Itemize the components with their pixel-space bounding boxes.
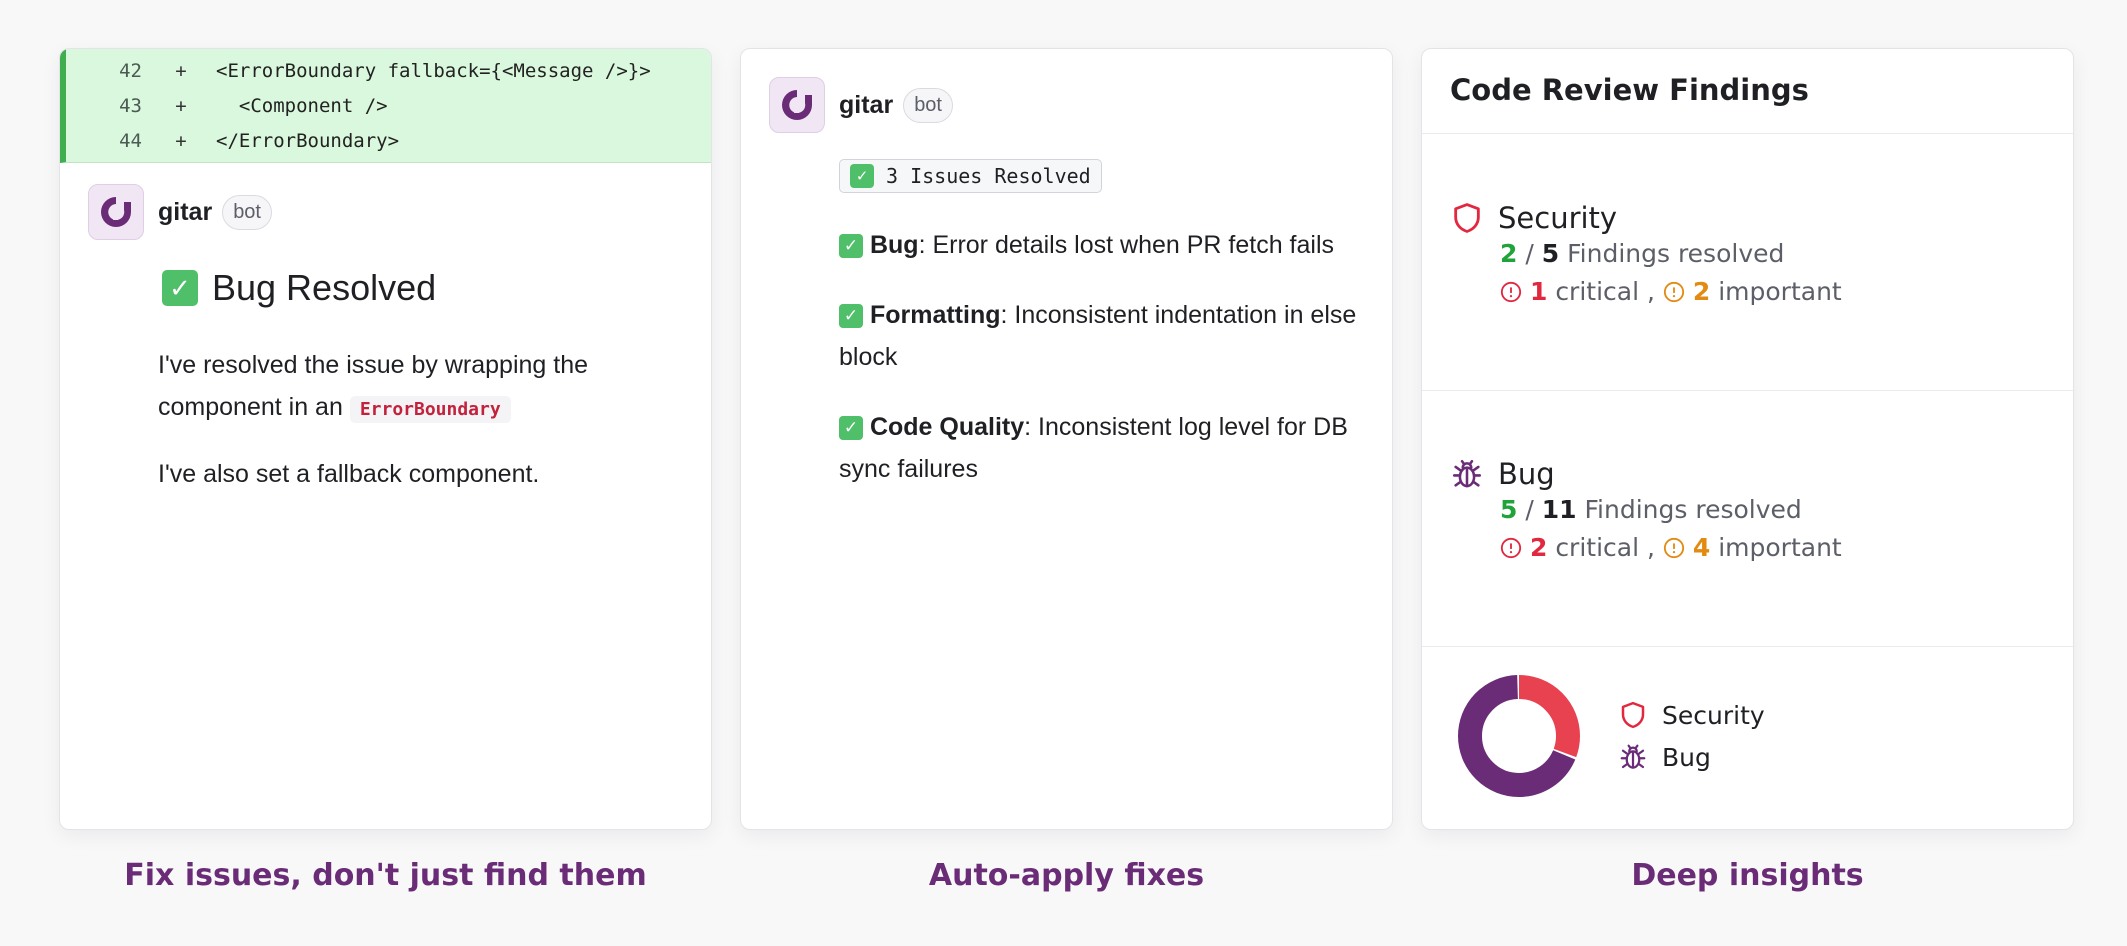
line-number: 44: [119, 129, 142, 152]
bug-findings: Bug 5 / 11 Findings resolved 2 critical …: [1450, 457, 1842, 567]
bot-header: gitar bot: [769, 77, 953, 133]
diff-code: </ErrorBoundary>: [216, 129, 400, 152]
important-count: 4: [1692, 533, 1711, 562]
bot-name[interactable]: gitar: [158, 198, 212, 227]
chip-text: 3 Issues Resolved: [886, 164, 1091, 188]
auto-apply-card: gitar bot ✓ 3 Issues Resolved ✓ Bug: Err…: [740, 48, 1393, 830]
alert-circle-icon: [1663, 281, 1684, 303]
diff-line: 44 + </ErrorBoundary>: [66, 123, 711, 158]
check-icon: ✓: [162, 270, 198, 306]
critical-count: 2: [1529, 533, 1548, 562]
fallback-paragraph: I've also set a fallback component.: [158, 460, 540, 488]
severity-breakdown: 2 critical , 4 important: [1500, 529, 1842, 567]
alert-circle-icon: [1663, 537, 1684, 559]
fix-issues-card: 42 + <ErrorBoundary fallback={<Message /…: [59, 48, 712, 830]
total-number: 5: [1541, 239, 1560, 268]
caption-auto-apply: Auto-apply fixes: [928, 858, 1205, 893]
findings-donut-chart: [1458, 675, 1580, 797]
resolved-count: 5 / 11 Findings resolved: [1500, 495, 1802, 524]
bug-icon: [1452, 459, 1482, 488]
important-label: important: [1718, 533, 1842, 562]
issue-label: Bug: [869, 231, 919, 259]
resolved-label: Findings resolved: [1584, 495, 1802, 524]
check-icon: ✓: [839, 234, 863, 259]
resolved-issue-item: ✓ Code Quality: Inconsistent log level f…: [839, 406, 1369, 490]
check-icon: ✓: [850, 164, 874, 188]
section-name: Bug: [1498, 457, 1555, 491]
alert-circle-icon: [1500, 537, 1522, 559]
critical-label: critical: [1555, 277, 1640, 306]
security-findings: Security 2 / 5 Findings resolved 1 criti…: [1450, 201, 1842, 311]
diff-sign: +: [175, 94, 187, 117]
check-icon: ✓: [839, 416, 863, 441]
gitar-logo-icon: [782, 90, 812, 120]
legend-item-security: Security: [1618, 700, 1765, 730]
bot-header: gitar bot: [88, 184, 272, 240]
resolved-issue-item: ✓ Formatting: Inconsistent indentation i…: [839, 294, 1369, 378]
issue-text: : Error details lost when PR fetch fails: [918, 231, 1335, 259]
diff-code: <ErrorBoundary fallback={<Message />}>: [216, 59, 651, 82]
alert-circle-icon: [1500, 281, 1522, 303]
title-text: Bug Resolved: [212, 267, 437, 308]
severity-breakdown: 1 critical , 2 important: [1500, 273, 1842, 311]
divider: [1422, 133, 2073, 134]
deep-insights-card: Code Review Findings Security 2 / 5 Find…: [1421, 48, 2074, 830]
issues-resolved-chip: ✓ 3 Issues Resolved: [839, 159, 1102, 193]
important-count: 2: [1692, 277, 1711, 306]
avatar[interactable]: [88, 184, 144, 240]
avatar[interactable]: [769, 77, 825, 133]
bug-icon: [1620, 744, 1646, 769]
line-number: 43: [119, 94, 142, 117]
gitar-logo-icon: [101, 197, 131, 227]
resolved-number: 5: [1500, 495, 1518, 524]
diff-sign: +: [175, 129, 187, 152]
diff-line: 43 + <Component />: [66, 88, 711, 123]
findings-title: Code Review Findings: [1450, 73, 1809, 107]
section-name: Security: [1498, 201, 1618, 235]
diff-line: 42 + <ErrorBoundary fallback={<Message /…: [66, 53, 711, 88]
issue-label: Code Quality: [869, 413, 1025, 441]
inline-code: ErrorBoundary: [349, 396, 511, 423]
resolution-paragraph: I've resolved the issue by wrapping the …: [158, 344, 678, 431]
bot-badge: bot: [222, 194, 272, 230]
resolved-count: 2 / 5 Findings resolved: [1500, 239, 1785, 268]
critical-count: 1: [1529, 277, 1548, 306]
resolution-title: ✓ Bug Resolved: [162, 267, 436, 309]
legend-label: Security: [1662, 700, 1765, 730]
legend-item-bug: Bug: [1618, 742, 1711, 772]
issue-label: Formatting: [869, 301, 1001, 329]
resolved-issue-item: ✓ Bug: Error details lost when PR fetch …: [839, 224, 1369, 266]
shield-icon: [1621, 701, 1645, 729]
line-number: 42: [119, 59, 142, 82]
important-label: important: [1718, 277, 1842, 306]
resolved-number: 2: [1500, 239, 1518, 268]
bot-badge: bot: [903, 87, 953, 123]
caption-deep-insights: Deep insights: [1631, 858, 1864, 893]
diff-sign: +: [175, 59, 187, 82]
total-number: 11: [1541, 495, 1577, 524]
divider: [1422, 646, 2073, 647]
divider: [1422, 390, 2073, 391]
caption-fix-issues: Fix issues, don't just find them: [124, 858, 647, 893]
critical-label: critical: [1555, 533, 1640, 562]
shield-icon: [1454, 203, 1480, 233]
resolved-label: Findings resolved: [1567, 239, 1785, 268]
check-icon: ✓: [839, 304, 863, 329]
diff-code: <Component />: [216, 94, 388, 117]
legend-label: Bug: [1662, 742, 1711, 772]
bot-name[interactable]: gitar: [839, 91, 893, 120]
code-diff: 42 + <ErrorBoundary fallback={<Message /…: [60, 49, 711, 163]
